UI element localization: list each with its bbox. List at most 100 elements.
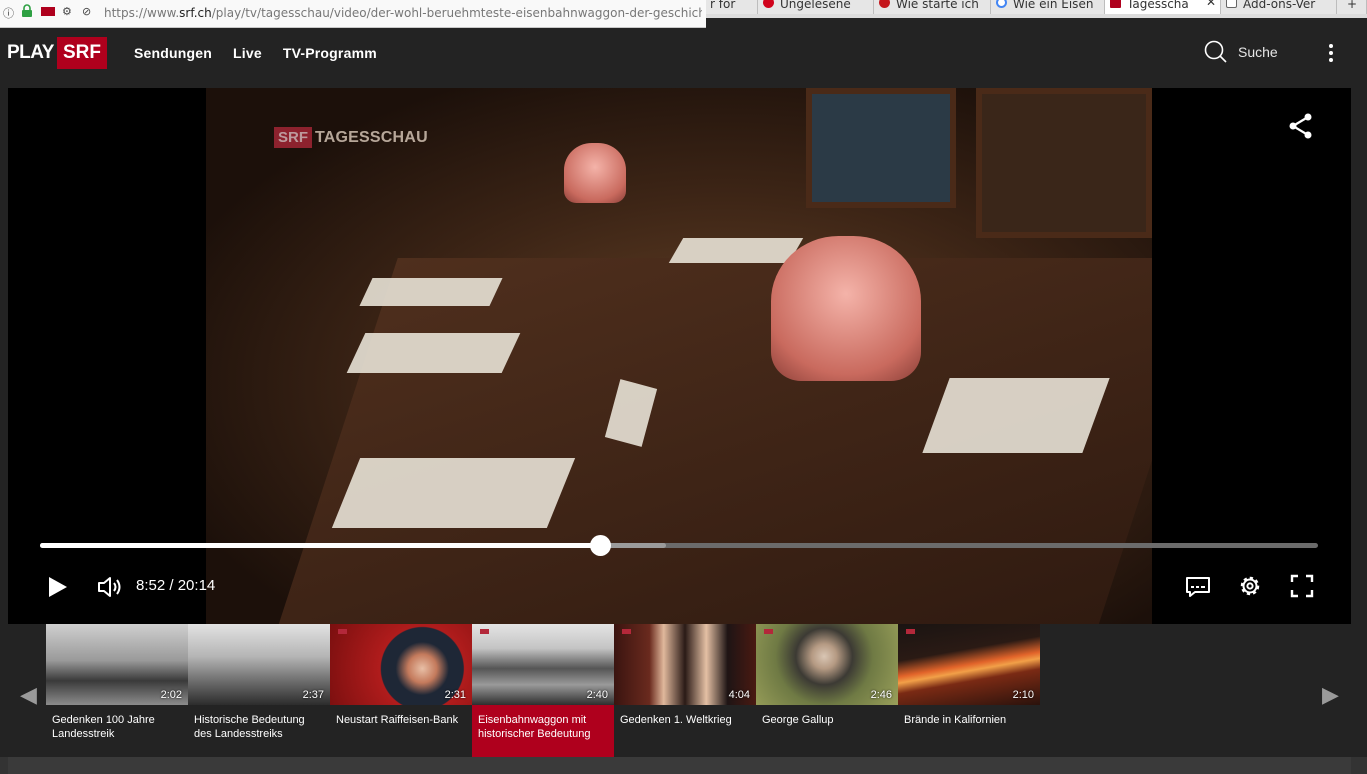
tab-favicon-icon	[1110, 0, 1121, 8]
subtitles-button[interactable]	[1185, 576, 1211, 603]
duration-label: 2:02	[160, 689, 182, 701]
browser-tab[interactable]: Wie starte ich	[874, 0, 991, 14]
puzzle-icon	[1226, 0, 1237, 8]
logo-srf-text: SRF	[56, 37, 107, 69]
url-prefix: https://www.	[104, 6, 180, 20]
srf-mini-logo	[906, 629, 915, 634]
browser-tabs: r for Ungelesene Wie starte ich Wie ein …	[706, 0, 1367, 14]
url-domain: srf.ch	[179, 6, 212, 20]
volume-button[interactable]	[97, 575, 123, 604]
play-button[interactable]	[48, 576, 68, 603]
item-title: Gedenken 1. Weltkrieg	[620, 714, 732, 726]
item-title: Gedenken 100 Jahre Landesstreik	[52, 714, 155, 740]
duration-label: 2:46	[870, 689, 892, 701]
main-nav: Sendungen Live TV-Programm	[134, 45, 377, 61]
google-favicon-icon	[996, 0, 1007, 8]
logo-play-text: PLAY	[7, 42, 54, 63]
seek-handle[interactable]	[590, 535, 612, 556]
share-button[interactable]	[1288, 112, 1314, 145]
srf-mini-logo	[480, 629, 489, 634]
playlist-item[interactable]: 4:04 Gedenken 1. Weltkrieg	[614, 624, 756, 757]
tracking-protection-icon[interactable]: ⊘	[82, 5, 91, 18]
tab-label: Wie ein Eisen	[1013, 0, 1094, 11]
playlist-item[interactable]: 2:02 Gedenken 100 Jahre Landesstreik	[46, 624, 188, 757]
time-display: 8:52 / 20:14	[136, 577, 215, 594]
settings-button[interactable]	[1238, 574, 1262, 603]
browser-tab[interactable]: Wie ein Eisen	[991, 0, 1105, 14]
time-separator: /	[169, 577, 174, 594]
permissions-icon[interactable]: ⚙	[62, 5, 72, 18]
watermark-show: TAGESSCHAU	[315, 128, 428, 146]
browser-tab[interactable]: Ungelesene	[758, 0, 874, 14]
browser-tab[interactable]: r for	[706, 0, 758, 14]
progress-fill	[40, 543, 601, 548]
search-icon	[1204, 40, 1227, 63]
playlist-item[interactable]: 2:10 Brände in Kalifornien	[898, 624, 1040, 757]
item-title: Brände in Kalifornien	[904, 714, 1007, 726]
tab-label: Tagesscha	[1127, 0, 1189, 11]
tab-favicon-icon	[879, 0, 890, 8]
playlist-item[interactable]: 2:37 Historische Bedeutung des Landesstr…	[188, 624, 330, 757]
nav-sendungen[interactable]: Sendungen	[134, 45, 212, 61]
thumbnail-image: 2:10	[898, 624, 1040, 705]
playlist-items: 2:02 Gedenken 100 Jahre Landesstreik 2:3…	[46, 624, 1040, 757]
url-path: /play/tv/tagesschau/video/der-wohl-berue…	[211, 6, 702, 20]
tab-label: Wie starte ich	[896, 0, 979, 11]
subtitles-icon	[1186, 577, 1210, 597]
video-paper	[331, 458, 576, 528]
playlist-item-active[interactable]: 2:40 Eisenbahnwaggon mit historischer Be…	[472, 624, 614, 757]
more-menu-icon[interactable]	[1322, 42, 1340, 64]
total-duration: 20:14	[177, 577, 216, 594]
tab-label: r for	[710, 0, 736, 11]
share-icon	[1289, 113, 1312, 139]
thumbnail-image: 2:31	[330, 624, 472, 705]
video-lamp	[564, 143, 626, 203]
page-bottom	[0, 757, 1367, 774]
video-paper	[922, 378, 1110, 453]
player-controls: 8:52 / 20:14	[0, 566, 1367, 606]
item-title: Historische Bedeutung des Landesstreiks	[194, 714, 305, 740]
thumbnail-image: 4:04	[614, 624, 756, 705]
browser-tab-active[interactable]: Tagesscha ✕	[1105, 0, 1221, 14]
chevron-right-icon[interactable]: ▶	[1322, 682, 1339, 708]
url-text[interactable]: https://www.srf.ch/play/tv/tagesschau/vi…	[104, 6, 702, 20]
tab-label: Ungelesene	[780, 0, 851, 11]
search-button[interactable]: Suche	[1204, 40, 1278, 64]
duration-label: 2:37	[302, 689, 324, 701]
info-icon[interactable]: ⓘ	[3, 5, 14, 21]
item-title: George Gallup	[762, 714, 834, 726]
address-bar[interactable]: ⓘ ⚙ ⊘ https://www.srf.ch/play/tv/tagessc…	[0, 0, 706, 28]
seek-bar[interactable]	[40, 535, 1318, 556]
item-title: Neustart Raiffeisen-Bank	[336, 714, 459, 726]
close-tab-icon[interactable]: ✕	[1206, 0, 1216, 8]
search-label: Suche	[1238, 44, 1278, 60]
current-time: 8:52	[136, 577, 166, 594]
tagesschau-watermark: SRF TAGESSCHAU	[274, 127, 428, 148]
play-srf-logo[interactable]: PLAY SRF	[7, 37, 107, 69]
thumbnail-image: 2:46	[756, 624, 898, 705]
site-header: PLAY SRF Sendungen Live TV-Programm Such…	[0, 18, 1367, 88]
video-paper	[668, 238, 804, 263]
playlist-item[interactable]: 2:46 George Gallup	[756, 624, 898, 757]
duration-label: 2:40	[586, 689, 608, 701]
nav-live[interactable]: Live	[233, 45, 262, 61]
playlist-item[interactable]: 2:31 Neustart Raiffeisen-Bank	[330, 624, 472, 757]
srf-mini-logo	[338, 629, 347, 634]
video-paper	[359, 278, 503, 306]
volume-icon	[98, 577, 121, 597]
srf-mini-logo	[622, 629, 631, 634]
video-lamp	[771, 236, 921, 381]
video-paper	[346, 333, 521, 373]
fullscreen-icon	[1290, 574, 1314, 598]
item-title: Eisenbahnwaggon mit historischer Bedeutu…	[478, 714, 591, 740]
new-tab-button[interactable]: +	[1337, 0, 1367, 14]
lock-icon[interactable]	[21, 4, 33, 17]
browser-tab[interactable]: Add-ons-Ver	[1221, 0, 1337, 14]
fullscreen-button[interactable]	[1290, 574, 1314, 603]
thumbnail-image: 2:40	[472, 624, 614, 705]
video-window	[806, 88, 956, 208]
duration-label: 2:10	[1012, 689, 1034, 701]
nav-tv-programm[interactable]: TV-Programm	[283, 45, 377, 61]
chevron-left-icon[interactable]: ◀	[20, 682, 37, 708]
gear-icon	[1240, 576, 1260, 596]
